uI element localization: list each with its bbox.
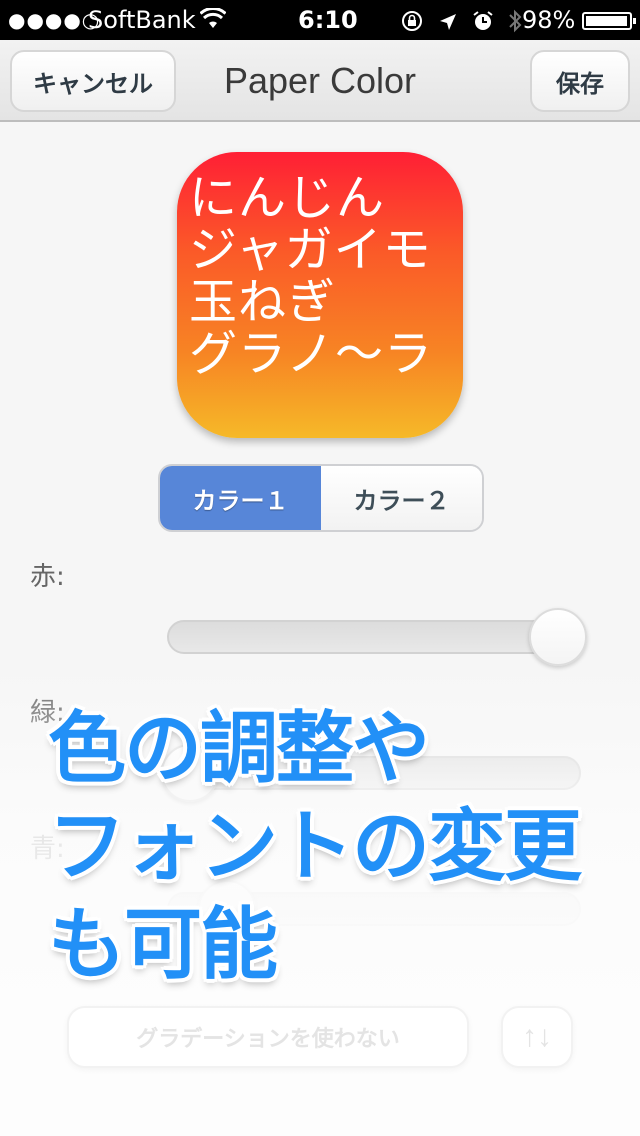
- battery-icon: [582, 12, 636, 30]
- red-slider[interactable]: [167, 620, 581, 654]
- red-label: 赤:: [30, 562, 65, 592]
- page-title: Paper Color: [223, 60, 417, 101]
- tab-color-1[interactable]: カラー１: [160, 466, 321, 530]
- preview-text-line: ジャガイモ: [189, 222, 432, 278]
- promo-line: も可能: [48, 900, 278, 990]
- cancel-button[interactable]: キャンセル: [10, 50, 176, 112]
- save-button[interactable]: 保存: [530, 50, 630, 112]
- preview-text-line: にんじん: [189, 170, 386, 226]
- wifi-icon: [199, 6, 227, 36]
- swap-colors-button[interactable]: ↑↓: [501, 1006, 573, 1068]
- rotation-lock-icon: [400, 9, 424, 39]
- carrier-label: SoftBank: [88, 6, 196, 34]
- bluetooth-icon: [508, 9, 522, 39]
- tab-color-2[interactable]: カラー２: [321, 466, 482, 530]
- alarm-icon: [472, 10, 494, 38]
- clock: 6:10: [298, 6, 358, 34]
- promo-line: 色の調整や: [48, 704, 430, 794]
- red-slider-thumb[interactable]: [529, 608, 587, 666]
- paper-color-preview: にんじん ジャガイモ 玉ねぎ グラノ～ラ: [177, 152, 463, 438]
- promo-line: フォントの変更: [48, 802, 582, 892]
- preview-text-line: グラノ～ラ: [189, 326, 434, 382]
- location-icon: [438, 10, 458, 38]
- battery-percent: 98%: [522, 6, 576, 34]
- disable-gradient-button[interactable]: グラデーションを使わない: [67, 1006, 469, 1068]
- color-segmented-control: カラー１ カラー２: [158, 464, 484, 532]
- status-bar: ●●●●○ SoftBank 6:10 98%: [0, 0, 640, 40]
- promo-caption: 色の調整や フォントの変更 も可能: [48, 700, 582, 994]
- navigation-bar: キャンセル Paper Color 保存: [0, 40, 640, 122]
- signal-strength-icon: ●●●●○: [8, 8, 101, 32]
- preview-text-line: 玉ねぎ: [189, 274, 337, 330]
